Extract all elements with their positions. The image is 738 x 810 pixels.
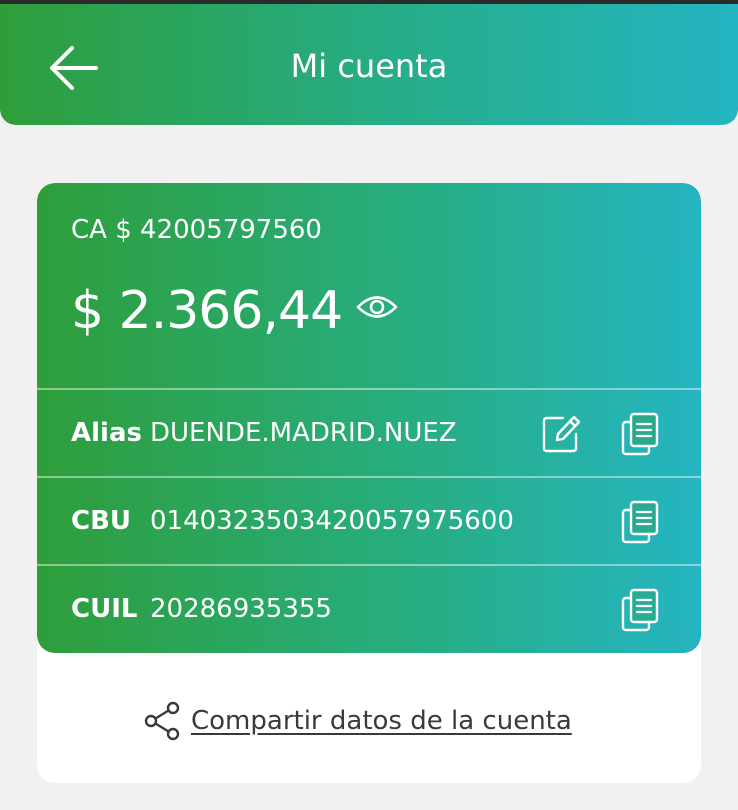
copy-alias-button[interactable]: [619, 410, 663, 456]
cuil-label: CUIL: [71, 594, 138, 624]
alias-value: DUENDE.MADRID.NUEZ: [150, 418, 457, 448]
copy-cuil-button[interactable]: [619, 586, 663, 632]
account-balance: $ 2.366,44: [71, 281, 343, 341]
account-card: CA $ 42005797560 $ 2.366,44 Alias DUENDE…: [37, 183, 701, 783]
account-number: CA $ 42005797560: [71, 215, 322, 245]
cbu-label: CBU: [71, 506, 132, 536]
cuil-value: 20286935355: [150, 594, 332, 624]
copy-cbu-button[interactable]: [619, 498, 663, 544]
eye-icon: [356, 296, 398, 318]
edit-alias-button[interactable]: [539, 410, 583, 456]
page-title: Mi cuenta: [290, 47, 448, 85]
account-summary: CA $ 42005797560 $ 2.366,44 Alias DUENDE…: [37, 183, 701, 653]
share-account-link[interactable]: Compartir datos de la cuenta: [143, 699, 572, 743]
copy-icon: [621, 588, 659, 632]
cuil-row: CUIL 20286935355: [37, 566, 701, 652]
app-header: Mi cuenta: [0, 4, 738, 125]
toggle-balance-visibility-button[interactable]: [355, 292, 399, 322]
share-account-label: Compartir datos de la cuenta: [191, 706, 572, 736]
cbu-value: 0140323503420057975600: [150, 506, 514, 536]
edit-icon: [542, 415, 581, 453]
cbu-row: CBU 0140323503420057975600: [37, 478, 701, 564]
share-icon: [144, 701, 180, 741]
copy-icon: [621, 412, 659, 456]
alias-row: Alias DUENDE.MADRID.NUEZ: [37, 390, 701, 476]
alias-label: Alias: [71, 418, 142, 448]
copy-icon: [621, 500, 659, 544]
